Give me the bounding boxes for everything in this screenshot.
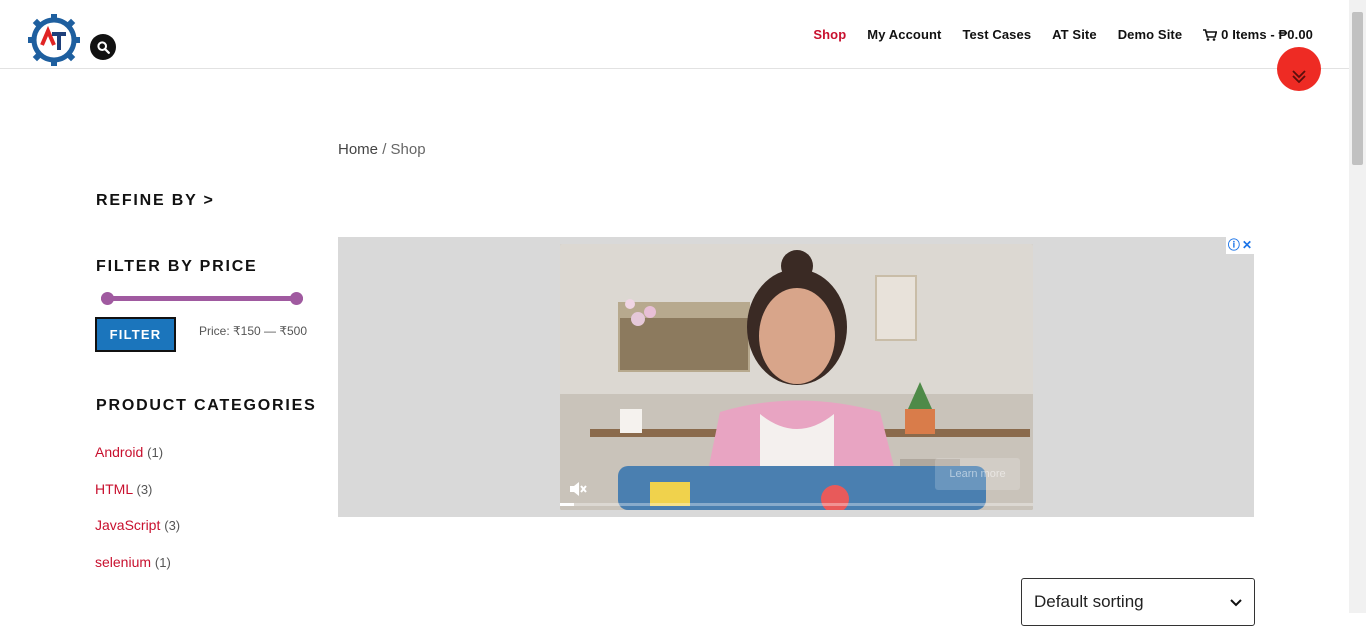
sorting-select[interactable]: Default sorting xyxy=(1021,578,1255,626)
breadcrumb: Home / Shop xyxy=(338,141,426,158)
list-item: selenium (1) xyxy=(95,554,180,591)
category-count: (3) xyxy=(164,518,181,533)
search-icon xyxy=(96,40,110,54)
page-scrollbar[interactable] xyxy=(1349,0,1366,613)
learn-more-button[interactable]: Learn more xyxy=(935,458,1020,490)
price-range-label: Price: ₹150 — ₹500 xyxy=(199,324,307,338)
nav-cart[interactable]: 0 Items - ₱0.00 xyxy=(1203,27,1313,42)
refine-heading: REFINE BY > xyxy=(96,192,215,209)
category-count: (1) xyxy=(154,554,171,570)
mute-icon[interactable] xyxy=(568,480,588,498)
filter-button[interactable]: FILTER xyxy=(95,317,176,352)
cart-icon xyxy=(1203,28,1218,41)
ad-info-icon[interactable]: ⓘ xyxy=(1228,237,1240,254)
scrollbar-thumb[interactable] xyxy=(1352,12,1363,165)
category-link-javascript[interactable]: JavaScript xyxy=(95,517,160,533)
price-slider-track xyxy=(101,295,303,301)
nav-my-account[interactable]: My Account xyxy=(867,27,941,42)
category-list: Android (1) HTML (3) JavaScript (3) sele… xyxy=(95,444,180,590)
category-count: (3) xyxy=(136,481,153,497)
category-link-selenium[interactable]: selenium xyxy=(95,554,151,570)
video-progress-fill xyxy=(560,503,575,506)
scroll-toggle-button[interactable] xyxy=(1277,47,1321,91)
nav-shop[interactable]: Shop xyxy=(813,27,846,42)
product-categories-heading: PRODUCT CATEGORIES xyxy=(96,397,317,414)
ad-choices-badge[interactable]: ⓘ ✕ xyxy=(1225,237,1254,254)
list-item: Android (1) xyxy=(95,444,180,481)
nav-test-cases[interactable]: Test Cases xyxy=(962,27,1031,42)
chevron-down-icon xyxy=(1292,70,1306,83)
sorting-selected-value: Default sorting xyxy=(1034,592,1144,611)
list-item: JavaScript (3) xyxy=(95,517,180,554)
category-link-android[interactable]: Android xyxy=(95,444,143,460)
price-slider[interactable] xyxy=(101,292,303,305)
ad-video[interactable]: Learn more xyxy=(560,244,1033,510)
nav-at-site[interactable]: AT Site xyxy=(1052,27,1097,42)
search-button[interactable] xyxy=(90,34,116,60)
video-progress-bar[interactable] xyxy=(560,503,1033,506)
ad-close-icon[interactable]: ✕ xyxy=(1242,237,1252,254)
main-nav: Shop My Account Test Cases AT Site Demo … xyxy=(813,27,1313,42)
list-item: HTML (3) xyxy=(95,481,180,518)
site-header: Shop My Account Test Cases AT Site Demo … xyxy=(0,0,1349,69)
site-logo[interactable] xyxy=(28,14,80,66)
filter-price-heading: FILTER BY PRICE xyxy=(96,258,258,275)
nav-demo-site[interactable]: Demo Site xyxy=(1118,27,1182,42)
breadcrumb-separator: / xyxy=(382,141,387,158)
price-slider-max-handle[interactable] xyxy=(290,292,303,305)
chevron-down-icon xyxy=(1230,599,1242,607)
breadcrumb-home[interactable]: Home xyxy=(338,141,378,158)
category-link-html[interactable]: HTML xyxy=(95,481,133,497)
price-slider-min-handle[interactable] xyxy=(101,292,114,305)
category-count: (1) xyxy=(147,445,164,460)
breadcrumb-current: Shop xyxy=(390,141,426,158)
cart-label: 0 Items - ₱0.00 xyxy=(1221,27,1313,42)
ad-banner[interactable]: ⓘ ✕ Learn more xyxy=(338,237,1254,517)
